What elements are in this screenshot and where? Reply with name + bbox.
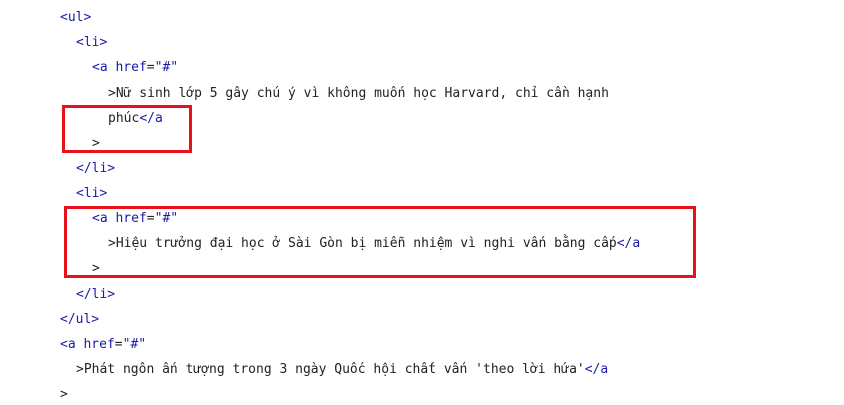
- tag-close-bracket: >: [92, 136, 100, 151]
- link-text-line: >Hiệu trưởng đại học ở Sài Gòn bị miễn n…: [108, 236, 641, 251]
- link-text-line: >Nữ sinh lớp 5 gây chú ý vì không muốn h…: [108, 86, 609, 101]
- li-open-tag: <li>: [76, 35, 108, 50]
- ul-open-tag: <ul>: [60, 10, 92, 25]
- tag-close-bracket: >: [60, 387, 68, 402]
- link-text-line-end: phúc</a: [108, 111, 163, 126]
- ul-close-tag: </ul>: [60, 312, 100, 327]
- li-close-tag: </li>: [76, 161, 116, 176]
- anchor-open-tag: <a href="#": [92, 60, 179, 75]
- tag-close-bracket: >: [92, 261, 100, 276]
- anchor-open-tag: <a href="#": [92, 211, 179, 226]
- anchor-open-tag: <a href="#": [60, 337, 147, 352]
- source-code-view: <ul> <li> <a href="#" >Nữ sinh lớp 5 gây…: [0, 0, 844, 402]
- link-text-line: >Phát ngôn ấn tượng trong 3 ngày Quốc hộ…: [76, 362, 609, 377]
- li-close-tag: </li>: [76, 287, 116, 302]
- li-open-tag: <li>: [76, 186, 108, 201]
